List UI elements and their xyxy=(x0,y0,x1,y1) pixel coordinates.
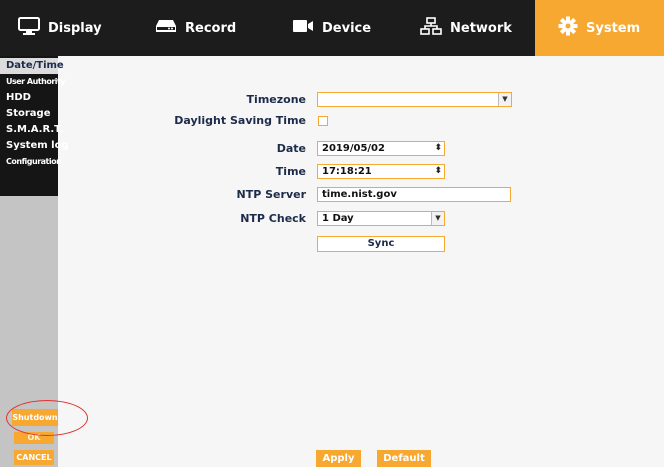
date-field[interactable]: 2019/05/02 ⬍ xyxy=(317,141,445,156)
spinner-icon[interactable]: ⬍ xyxy=(434,142,442,155)
sync-button[interactable]: Sync xyxy=(317,236,445,252)
dst-label: Daylight Saving Time xyxy=(174,114,306,127)
tab-device-label: Device xyxy=(322,20,372,36)
apply-button[interactable]: Apply xyxy=(316,450,361,467)
network-icon xyxy=(420,17,442,39)
timezone-select[interactable]: ▼ xyxy=(317,92,512,107)
sidebar: Date/Time User Authority HDD Storage S.M… xyxy=(0,56,69,467)
time-label: Time xyxy=(275,165,306,178)
tab-record[interactable]: Record xyxy=(130,0,260,56)
camera-icon xyxy=(292,19,314,37)
chevron-down-icon: ▼ xyxy=(498,93,511,106)
ntp-check-value: 1 Day xyxy=(322,213,354,224)
tab-display-label: Display xyxy=(48,20,102,36)
top-nav-bar: Display Record Device Network System xyxy=(0,0,664,56)
tab-system[interactable]: System xyxy=(535,0,664,56)
sidebar-item-storage[interactable]: Storage xyxy=(0,106,58,122)
ok-button[interactable]: OK xyxy=(14,432,54,444)
tab-network-label: Network xyxy=(450,20,512,36)
tab-display[interactable]: Display xyxy=(0,0,130,56)
tab-system-label: System xyxy=(586,20,641,36)
time-value: 17:18:21 xyxy=(322,166,372,177)
ntp-server-label: NTP Server xyxy=(236,188,306,201)
tab-network[interactable]: Network xyxy=(390,0,535,56)
gear-icon xyxy=(558,16,578,40)
ntp-server-input[interactable]: time.nist.gov xyxy=(317,187,511,202)
timezone-label: Timezone xyxy=(246,93,306,106)
sidebar-item-hdd[interactable]: HDD xyxy=(0,90,58,106)
ntp-check-label: NTP Check xyxy=(240,212,306,225)
dst-checkbox[interactable] xyxy=(318,116,328,126)
time-field[interactable]: 17:18:21 ⬍ xyxy=(317,164,445,179)
date-label: Date xyxy=(276,142,306,155)
cancel-button[interactable]: CANCEL xyxy=(14,450,54,465)
shutdown-button[interactable]: Shutdown xyxy=(12,409,58,426)
spinner-icon[interactable]: ⬍ xyxy=(434,165,442,178)
ntp-check-select[interactable]: 1 Day ▼ xyxy=(317,211,445,226)
tab-record-label: Record xyxy=(185,20,237,36)
sidebar-menu: Date/Time User Authority HDD Storage S.M… xyxy=(0,56,69,196)
monitor-icon xyxy=(18,17,40,39)
default-button[interactable]: Default xyxy=(377,450,431,467)
sidebar-item-user-authority[interactable]: User Authority xyxy=(0,74,66,90)
tab-device[interactable]: Device xyxy=(260,0,390,56)
date-value: 2019/05/02 xyxy=(322,143,385,154)
ntp-server-value: time.nist.gov xyxy=(322,189,397,200)
chevron-down-icon: ▼ xyxy=(431,212,444,225)
hard-drive-icon xyxy=(155,19,177,37)
sidebar-item-date-time[interactable]: Date/Time xyxy=(0,58,64,74)
sidebar-item-smart[interactable]: S.M.A.R.T. xyxy=(0,122,63,138)
sidebar-item-configuration[interactable]: Configuration xyxy=(0,154,62,170)
sidebar-item-system-log[interactable]: System log xyxy=(0,138,69,154)
